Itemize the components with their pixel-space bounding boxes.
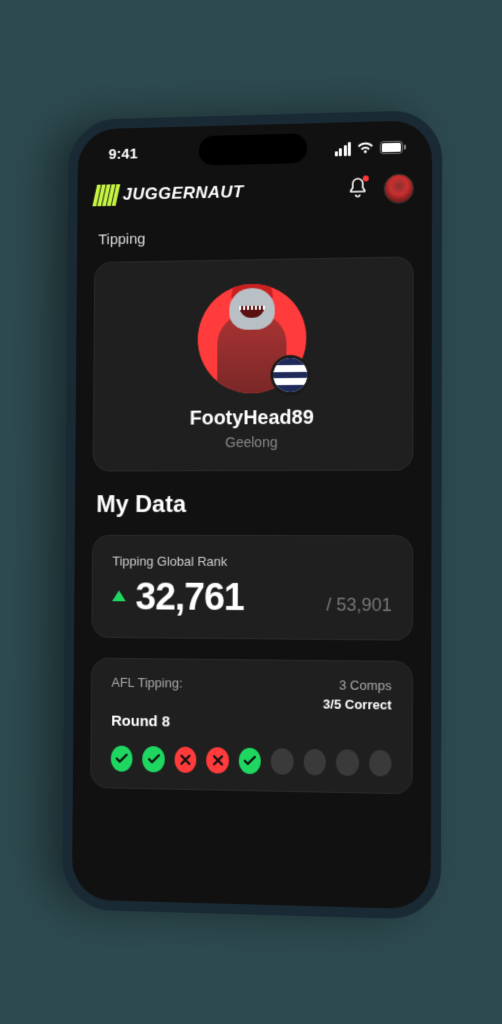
trend-up-icon <box>112 590 126 601</box>
notifications-button[interactable] <box>348 176 368 203</box>
wifi-icon <box>357 141 374 154</box>
dynamic-island <box>199 133 307 165</box>
result-dot-pending <box>369 750 392 777</box>
app-header: JUGGERNAUT <box>95 173 414 210</box>
team-name: Geelong <box>113 433 392 450</box>
logo-mark-icon <box>92 184 120 206</box>
phone-device-frame: 9:41 JUGGERNAUT <box>62 110 442 920</box>
result-dot-wrong <box>206 747 228 774</box>
result-dot-pending <box>303 749 326 776</box>
round-label: Round 8 <box>111 713 170 731</box>
cellular-icon <box>334 142 350 156</box>
brand-name: JUGGERNAUT <box>123 182 244 204</box>
result-dot-correct <box>143 746 165 772</box>
tipping-round-card[interactable]: AFL Tipping: 3 Comps 3/5 Correct Round 8 <box>90 658 413 795</box>
result-dot-pending <box>271 748 294 775</box>
profile-card[interactable]: FootyHead89 Geelong <box>93 256 414 471</box>
header-avatar-button[interactable] <box>384 173 414 204</box>
result-dot-correct <box>111 746 133 772</box>
league-label: AFL Tipping: <box>111 675 182 691</box>
username: FootyHead89 <box>113 406 392 431</box>
my-data-heading: My Data <box>96 491 413 519</box>
results-row <box>111 746 392 777</box>
status-icons <box>334 140 406 156</box>
result-dot-wrong <box>174 747 196 773</box>
rank-total: / 53,901 <box>326 595 392 617</box>
avatar <box>197 283 306 394</box>
section-title: Tipping <box>94 225 413 248</box>
team-badge-icon <box>270 355 310 395</box>
battery-icon <box>380 141 406 155</box>
result-dot-pending <box>336 749 359 776</box>
app-screen: 9:41 JUGGERNAUT <box>72 120 432 909</box>
status-time: 9:41 <box>109 146 138 163</box>
result-dot-correct <box>239 748 261 775</box>
rank-label: Tipping Global Rank <box>112 554 392 570</box>
notification-dot-icon <box>363 175 369 181</box>
correct-count: 3/5 Correct <box>323 696 392 712</box>
global-rank-card[interactable]: Tipping Global Rank 32,761 / 53,901 <box>91 535 413 641</box>
rank-value: 32,761 <box>135 577 244 621</box>
comps-count: 3 Comps <box>323 677 392 693</box>
brand-logo[interactable]: JUGGERNAUT <box>95 181 244 206</box>
